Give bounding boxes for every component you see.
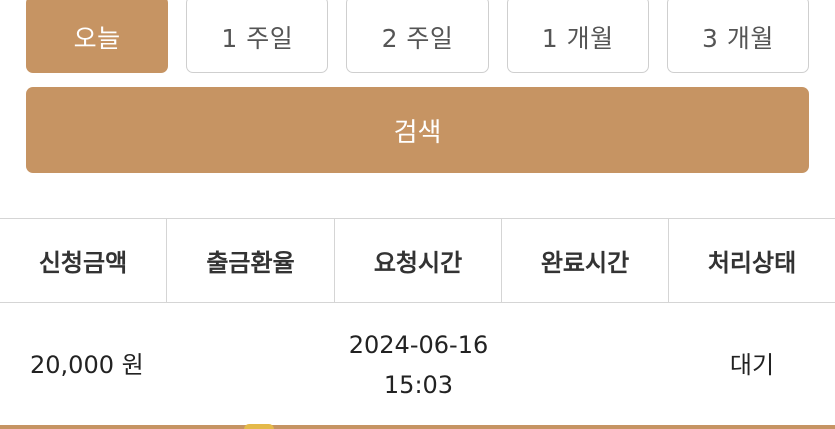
period-2week-button[interactable]: 2 주일 xyxy=(346,0,489,73)
request-date-text: 2024-06-16 xyxy=(348,330,489,359)
header-request-time: 요청시간 xyxy=(335,219,502,302)
bottom-banner-edge xyxy=(0,425,835,429)
cell-exchange-rate xyxy=(167,303,335,426)
period-1month-button[interactable]: 1 개월 xyxy=(506,0,649,73)
cell-request-time: 2024-06-16 15:03 xyxy=(335,303,502,426)
cell-status: 대기 xyxy=(729,350,775,379)
table-row: 20,000 원 2024-06-16 15:03 대기 xyxy=(0,303,835,427)
header-status: 처리상태 xyxy=(707,249,797,277)
header-complete-time: 완료시간 xyxy=(502,219,669,302)
withdrawal-history-table: 신청금액 출금환율 요청시간 완료시간 처리상태 20,000 원 2024-0… xyxy=(0,218,835,427)
header-amount: 신청금액 xyxy=(0,219,167,302)
cell-amount: 20,000 원 xyxy=(30,350,144,379)
coin-icon xyxy=(244,424,274,429)
period-today-button[interactable]: 오늘 xyxy=(26,0,169,73)
period-filter: 오늘 1 주일 2 주일 1 개월 3 개월 xyxy=(26,0,810,73)
table-header: 신청금액 출금환율 요청시간 완료시간 처리상태 xyxy=(0,218,835,303)
period-1week-button[interactable]: 1 주일 xyxy=(186,0,329,73)
cell-complete-time xyxy=(502,303,669,426)
period-3month-button[interactable]: 3 개월 xyxy=(666,0,810,73)
search-button[interactable]: 검색 xyxy=(26,87,809,173)
request-time-text: 15:03 xyxy=(383,370,454,399)
header-exchange-rate: 출금환율 xyxy=(167,219,335,302)
